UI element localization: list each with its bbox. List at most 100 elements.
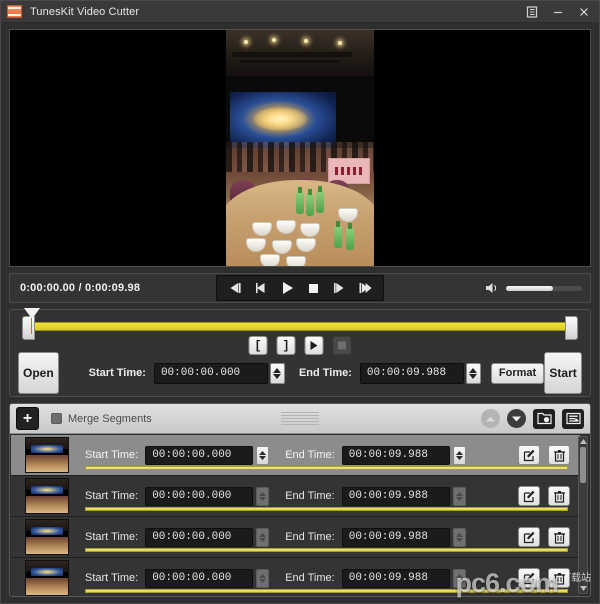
- segment-end-label: End Time:: [285, 572, 335, 585]
- next-frame-button[interactable]: [353, 278, 377, 298]
- timecode-display: 0:00:00.00 / 0:00:09.98: [20, 282, 141, 295]
- segment-progress-bar: [85, 548, 568, 553]
- merge-segments-label: Merge Segments: [68, 412, 152, 425]
- segment-end-stepper[interactable]: [452, 445, 466, 465]
- previous-frame-button[interactable]: [223, 278, 247, 298]
- segment-end-label: End Time:: [285, 449, 335, 462]
- segment-end-input[interactable]: 00:00:09.988: [341, 486, 450, 506]
- segment-end-input[interactable]: 00:00:09.988: [341, 527, 450, 547]
- timeline-end-handle[interactable]: [565, 316, 578, 341]
- fast-forward-button[interactable]: [327, 278, 351, 298]
- segment-progress-bar: [85, 589, 568, 594]
- segments-panel: + Merge Segments Start Time: 00:00:00.00…: [9, 403, 591, 597]
- rewind-button[interactable]: [249, 278, 273, 298]
- edit-icon[interactable]: [518, 486, 540, 507]
- chevron-up-icon: [481, 409, 500, 429]
- merge-segments-checkbox[interactable]: [51, 413, 62, 425]
- segment-start-stepper[interactable]: [256, 445, 270, 465]
- segment-start-stepper[interactable]: [256, 527, 270, 547]
- segment-start-stepper[interactable]: [256, 568, 270, 588]
- scroll-up-icon[interactable]: [579, 437, 587, 446]
- segment-thumbnail: [25, 478, 69, 515]
- table-row[interactable]: Start Time: 00:00:00.000 End Time: 00:00…: [11, 517, 580, 559]
- segment-thumbnail: [25, 560, 69, 596]
- segments-scrollbar[interactable]: [578, 436, 588, 594]
- segment-start-label: Start Time:: [85, 490, 139, 503]
- application-window: TunesKit Video Cutter 0:00:00.00 / 0:00:…: [0, 0, 600, 604]
- segment-start-input[interactable]: 00:00:00.000: [145, 527, 254, 547]
- play-button[interactable]: [275, 278, 299, 298]
- window-title: TunesKit Video Cutter: [30, 5, 140, 18]
- menu-button[interactable]: [519, 2, 545, 22]
- volume-slider[interactable]: [506, 285, 582, 291]
- table-row[interactable]: Start Time: 00:00:00.000 End Time: 00:00…: [11, 476, 580, 518]
- timeline-start-handle[interactable]: [22, 316, 35, 341]
- segment-progress-bar: [85, 507, 568, 512]
- close-button[interactable]: [571, 2, 597, 22]
- trash-icon[interactable]: [548, 527, 570, 548]
- table-row[interactable]: Start Time: 00:00:00.000 End Time: 00:00…: [11, 558, 580, 596]
- segments-toolbar: + Merge Segments: [10, 404, 590, 435]
- video-frame-image: [226, 30, 374, 267]
- playback-controls: [216, 275, 384, 302]
- segment-start-stepper[interactable]: [256, 486, 270, 506]
- segment-actions: [518, 568, 570, 589]
- trim-controls-row: Open Start Time: 00:00:00.000 End Time: …: [10, 350, 590, 396]
- edit-icon[interactable]: [518, 527, 540, 548]
- start-button[interactable]: Start: [544, 352, 582, 395]
- minimize-button[interactable]: [545, 2, 571, 22]
- segment-start-input[interactable]: 00:00:00.000: [145, 568, 254, 588]
- segment-end-input[interactable]: 00:00:09.988: [341, 568, 450, 588]
- stop-button[interactable]: [301, 278, 325, 298]
- start-time-input[interactable]: 00:00:00.000: [153, 362, 268, 384]
- scroll-down-icon[interactable]: [579, 584, 587, 593]
- chevron-down-icon[interactable]: [507, 409, 526, 429]
- end-time-input[interactable]: 00:00:09.988: [359, 362, 464, 384]
- edit-icon[interactable]: [518, 445, 540, 466]
- segment-start-input[interactable]: 00:00:00.000: [145, 486, 254, 506]
- timeline-seek-bar[interactable]: [10, 308, 590, 341]
- title-bar: TunesKit Video Cutter: [1, 1, 599, 23]
- window-controls: [519, 2, 597, 22]
- start-time-stepper[interactable]: [269, 362, 285, 384]
- segment-end-stepper[interactable]: [452, 527, 466, 547]
- open-button[interactable]: Open: [18, 352, 59, 395]
- segment-end-stepper[interactable]: [452, 568, 466, 588]
- end-time-label: End Time:: [298, 367, 352, 380]
- segment-start-label: Start Time:: [85, 572, 139, 585]
- segment-thumbnail: [25, 519, 69, 556]
- segments-tool-buttons: [481, 408, 584, 429]
- speaker-icon[interactable]: [485, 282, 500, 294]
- playhead-line: [31, 318, 32, 335]
- segment-end-label: End Time:: [285, 490, 335, 503]
- folder-media-icon[interactable]: [533, 408, 555, 429]
- film-strip-icon: [7, 5, 22, 18]
- trash-icon[interactable]: [548, 568, 570, 589]
- scrollbar-thumb[interactable]: [580, 447, 586, 484]
- segment-end-label: End Time:: [285, 531, 335, 544]
- segment-progress-bar: [85, 466, 568, 471]
- end-time-stepper[interactable]: [465, 362, 481, 384]
- edit-icon[interactable]: [518, 568, 540, 589]
- segments-list[interactable]: Start Time: 00:00:00.000 End Time: 00:00…: [10, 434, 590, 596]
- trash-icon[interactable]: [548, 445, 570, 466]
- format-button[interactable]: Format: [490, 362, 545, 384]
- segment-actions: [518, 486, 570, 507]
- segment-end-input[interactable]: 00:00:09.988: [341, 445, 450, 465]
- segment-actions: [518, 445, 570, 466]
- playhead-marker[interactable]: [24, 308, 40, 320]
- video-preview[interactable]: [9, 29, 591, 268]
- add-segment-button[interactable]: +: [16, 407, 39, 431]
- list-settings-icon[interactable]: [562, 408, 584, 429]
- segment-end-stepper[interactable]: [452, 486, 466, 506]
- segment-start-input[interactable]: 00:00:00.000: [145, 445, 254, 465]
- trash-icon[interactable]: [548, 486, 570, 507]
- volume-slider-fill: [506, 285, 554, 291]
- panel-drag-handle[interactable]: [281, 411, 319, 426]
- table-row[interactable]: Start Time: 00:00:00.000 End Time: 00:00…: [11, 435, 580, 477]
- start-time-label: Start Time:: [88, 367, 146, 380]
- timeline-selection-track[interactable]: [32, 322, 568, 332]
- transport-bar: 0:00:00.00 / 0:00:09.98: [9, 273, 591, 304]
- volume-control[interactable]: [485, 282, 582, 294]
- segment-start-label: Start Time:: [85, 449, 139, 462]
